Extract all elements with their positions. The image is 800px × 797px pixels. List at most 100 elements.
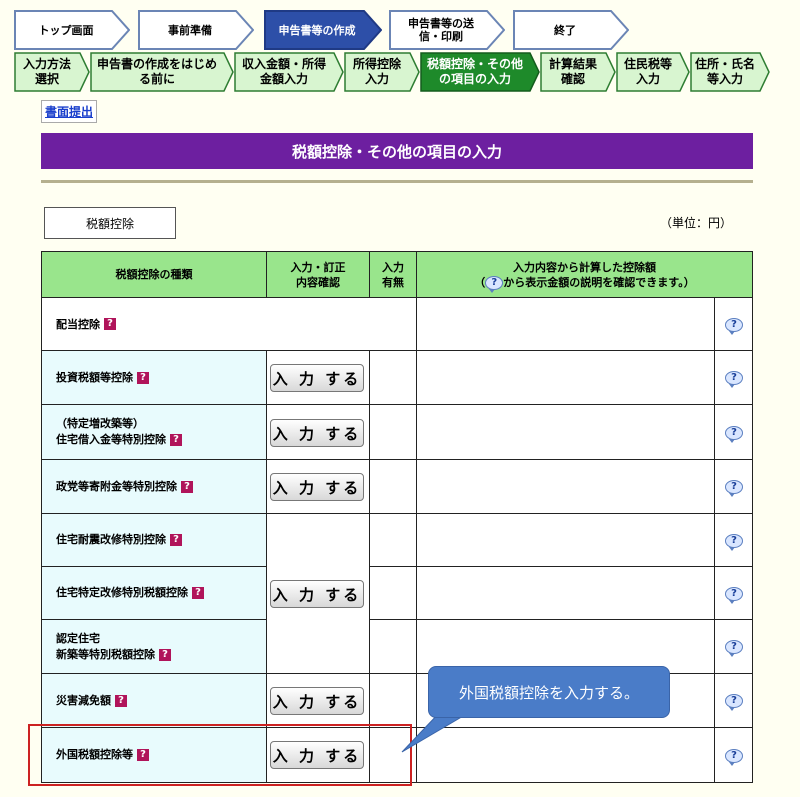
row-label: 政党等寄附金等特別控除 — [56, 479, 177, 493]
step-end[interactable]: 終了 — [513, 10, 629, 50]
table-row: （特定増改築等） 住宅借入金等特別控除? — [41, 404, 267, 460]
done-cell — [369, 566, 417, 620]
header-done: 入力 有無 — [369, 251, 417, 298]
help-icon: ? — [485, 275, 504, 293]
header-label: 税額控除の種類 — [115, 268, 193, 281]
substep-income[interactable]: 収入金額・所得金額入力 — [234, 52, 344, 92]
substep-label: 住所・氏名等入力 — [694, 57, 755, 86]
help-icon[interactable]: ? — [725, 640, 743, 657]
help-icon[interactable]: ? — [725, 694, 743, 711]
header-type: 税額控除の種類 — [41, 251, 267, 298]
help-icon[interactable]: ? — [725, 534, 743, 551]
substep-deduction[interactable]: 所得控除入力 — [344, 52, 420, 92]
input-button-housing-loan[interactable]: 入 力 する — [270, 419, 364, 447]
help-icon[interactable]: ? — [725, 480, 743, 497]
substep-label: 収入金額・所得金額入力 — [241, 57, 326, 86]
step-label: 事前準備 — [168, 23, 212, 37]
amount-cell — [416, 566, 715, 620]
step-send[interactable]: 申告書等の送信・印刷 — [389, 10, 505, 50]
help-icon[interactable]: ? — [725, 587, 743, 604]
header-label: 入力 有無 — [382, 260, 404, 289]
done-cell — [369, 513, 417, 567]
submit-link[interactable]: 書面提出 — [41, 100, 98, 123]
table-row: 投資税額等控除? — [41, 350, 267, 405]
step-top[interactable]: トップ画面 — [14, 10, 130, 50]
input-button-disaster[interactable]: 入 力 する — [270, 687, 364, 715]
help-cell: ? — [714, 619, 753, 674]
done-cell — [369, 350, 417, 405]
help-mark-icon[interactable]: ? — [170, 434, 182, 446]
amount-cell — [416, 297, 715, 351]
step-label: トップ画面 — [38, 23, 94, 37]
amount-cell — [416, 404, 715, 460]
help-icon[interactable]: ? — [725, 371, 743, 388]
input-button-investment[interactable]: 入 力 する — [270, 364, 364, 392]
help-cell: ? — [714, 459, 753, 514]
step-create[interactable]: 申告書等の作成 — [264, 10, 382, 50]
step-label: 申告書等の送信・印刷 — [408, 17, 474, 43]
done-cell — [369, 673, 417, 728]
header-note: （? から表示金額の説明を確認できます。） — [474, 275, 695, 293]
help-mark-icon[interactable]: ? — [115, 694, 127, 707]
help-icon[interactable]: ? — [725, 318, 743, 335]
page-title: 税額控除・その他の項目の入力 — [41, 133, 753, 169]
row-label-wrap: （特定増改築等） 住宅借入金等特別控除? — [56, 416, 182, 448]
divider — [41, 180, 753, 183]
help-icon[interactable]: ? — [725, 426, 743, 443]
tab-tax-credit[interactable]: 税額控除 — [44, 207, 176, 239]
amount-cell — [416, 350, 715, 405]
row-label: 住宅特定改修特別税額控除 — [56, 586, 188, 599]
table-row: 配当控除? — [41, 297, 417, 351]
help-icon[interactable]: ? — [725, 749, 743, 766]
callout-bubble: 外国税額控除を入力する。 — [428, 666, 670, 718]
substep-address[interactable]: 住所・氏名等入力 — [690, 52, 770, 92]
header-label: 入力内容から計算した控除額 — [513, 260, 656, 274]
substep-label: 入力方法選択 — [22, 57, 71, 86]
help-mark-icon[interactable]: ? — [181, 480, 193, 493]
row-label: 住宅耐震改修特別控除 — [56, 533, 166, 546]
row-label-wrap: 認定住宅 新築等特別税額控除? — [56, 631, 171, 663]
substep-before[interactable]: 申告書の作成をはじめる前に — [90, 52, 234, 92]
help-cell: ? — [714, 404, 753, 460]
table-row: 認定住宅 新築等特別税額控除? — [41, 619, 267, 674]
amount-cell — [416, 459, 715, 514]
done-cell — [369, 404, 417, 460]
header-note-post: から表示金額の説明を確認できます。） — [503, 275, 695, 289]
callout-text: 外国税額控除を入力する。 — [458, 683, 639, 702]
help-mark-icon[interactable]: ? — [137, 371, 149, 384]
help-cell: ? — [714, 673, 753, 728]
help-mark-icon[interactable]: ? — [170, 534, 182, 546]
help-mark-icon[interactable]: ? — [192, 587, 204, 599]
step-prep[interactable]: 事前準備 — [138, 10, 254, 50]
step-label: 終了 — [554, 23, 576, 37]
input-button-housing-group[interactable]: 入 力 する — [270, 580, 364, 608]
help-cell: ? — [714, 513, 753, 567]
header-note-pre: （ — [474, 275, 486, 289]
help-mark-icon[interactable]: ? — [159, 648, 171, 661]
table-row: 住宅耐震改修特別控除? — [41, 513, 267, 567]
step-label: 申告書等の作成 — [278, 23, 356, 37]
help-mark-icon[interactable]: ? — [104, 318, 116, 330]
help-cell: ? — [714, 727, 753, 783]
substep-tax-credit[interactable]: 税額控除・その他の項目の入力 — [420, 52, 540, 92]
substep-result[interactable]: 計算結果確認 — [540, 52, 616, 92]
unit-label: （単位：円） — [660, 216, 733, 230]
substep-input-method[interactable]: 入力方法選択 — [14, 52, 90, 92]
done-cell — [369, 459, 417, 514]
done-cell — [369, 619, 417, 674]
substep-resident-tax[interactable]: 住民税等入力 — [616, 52, 690, 92]
amount-cell — [416, 727, 715, 783]
help-cell: ? — [714, 350, 753, 405]
table-row: 災害減免額? — [41, 673, 267, 728]
substep-label: 所得控除入力 — [352, 57, 401, 86]
row-label: 投資税額等控除 — [56, 370, 133, 384]
header-label: 入力・訂正 内容確認 — [290, 260, 346, 289]
table-row: 政党等寄附金等特別控除? — [41, 459, 267, 514]
input-button-political-donation[interactable]: 入 力 する — [270, 473, 364, 501]
substep-label: 計算結果確認 — [548, 57, 597, 86]
row-label: （特定増改築等） 住宅借入金等特別控除 — [56, 417, 166, 446]
help-cell: ? — [714, 566, 753, 620]
header-entry: 入力・訂正 内容確認 — [266, 251, 370, 298]
row-label: 認定住宅 新築等特別税額控除 — [56, 631, 155, 661]
row-label: 災害減免額 — [56, 693, 111, 707]
